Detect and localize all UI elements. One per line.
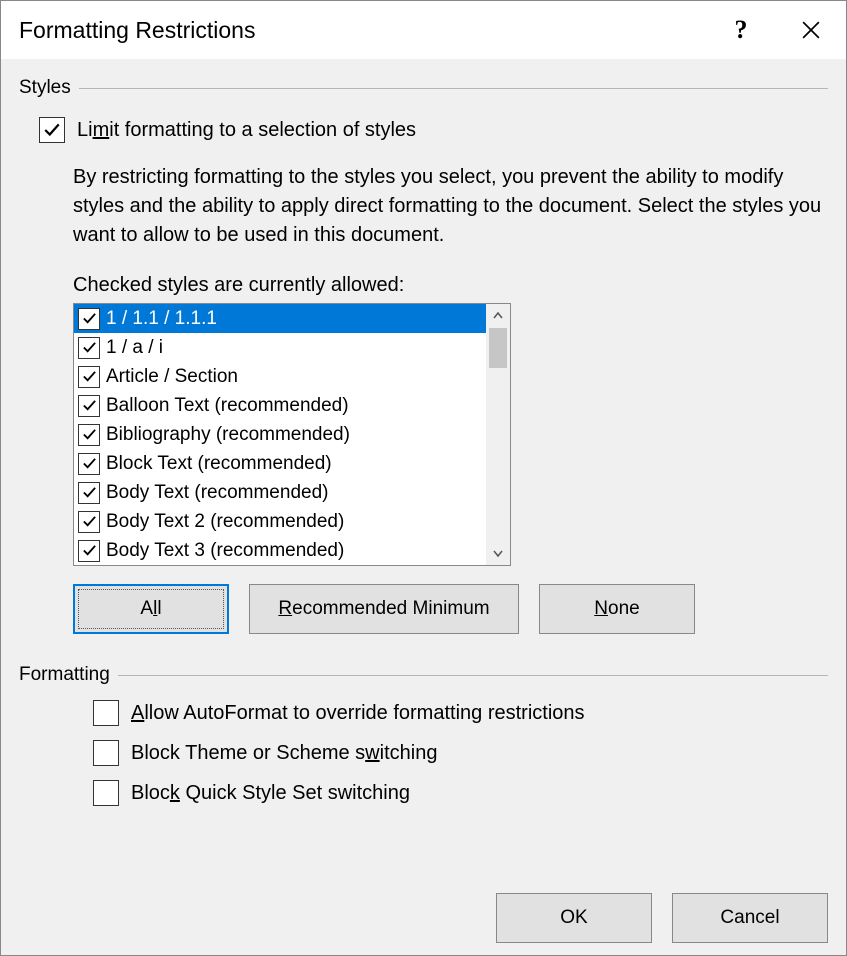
style-list-item[interactable]: Article / Section <box>74 362 486 391</box>
divider <box>118 675 828 676</box>
style-item-checkbox[interactable] <box>78 395 100 417</box>
style-item-checkbox[interactable] <box>78 308 100 330</box>
style-item-checkbox[interactable] <box>78 540 100 562</box>
style-item-checkbox[interactable] <box>78 453 100 475</box>
block-theme-label: Block Theme or Scheme switching <box>131 742 437 765</box>
style-item-checkbox[interactable] <box>78 366 100 388</box>
style-item-label: Article / Section <box>106 366 238 388</box>
scroll-down-icon[interactable] <box>486 541 510 565</box>
style-list-item[interactable]: Balloon Text (recommended) <box>74 391 486 420</box>
checkmark-icon <box>82 543 97 558</box>
block-quick-checkbox[interactable] <box>93 780 119 806</box>
checked-styles-label: Checked styles are currently allowed: <box>73 274 828 297</box>
style-list-item[interactable]: Bibliography (recommended) <box>74 420 486 449</box>
block-quick-label: Block Quick Style Set switching <box>131 782 410 805</box>
dialog-body: Styles Limit formatting to a selection o… <box>1 59 846 955</box>
style-item-label: 1 / 1.1 / 1.1.1 <box>106 308 217 330</box>
formatting-group-header: Formatting <box>19 664 828 686</box>
titlebar: Formatting Restrictions ? <box>1 1 846 59</box>
styles-list-inner: 1 / 1.1 / 1.1.1 1 / a / i Article / Sectio… <box>74 304 486 565</box>
scrollbar[interactable] <box>486 304 510 565</box>
close-icon <box>802 21 820 39</box>
scrollbar-track[interactable] <box>486 328 510 541</box>
checkmark-icon <box>82 514 97 529</box>
block-quick-checkbox-row[interactable]: Block Quick Style Set switching <box>93 780 828 806</box>
style-item-checkbox[interactable] <box>78 511 100 533</box>
allow-autoformat-label: Allow AutoFormat to override formatting … <box>131 702 585 725</box>
checkmark-icon <box>82 427 97 442</box>
style-item-label: 1 / a / i <box>106 337 163 359</box>
style-item-checkbox[interactable] <box>78 424 100 446</box>
style-item-checkbox[interactable] <box>78 482 100 504</box>
scrollbar-thumb[interactable] <box>489 328 507 368</box>
limit-formatting-checkbox-row[interactable]: Limit formatting to a selection of style… <box>39 117 828 143</box>
recommended-minimum-button[interactable]: Recommended Minimum <box>249 584 519 634</box>
limit-formatting-label: Limit formatting to a selection of style… <box>77 119 416 142</box>
divider <box>79 88 828 89</box>
style-list-item[interactable]: 1 / 1.1 / 1.1.1 <box>74 304 486 333</box>
block-theme-checkbox-row[interactable]: Block Theme or Scheme switching <box>93 740 828 766</box>
style-list-item[interactable]: Body Text (recommended) <box>74 478 486 507</box>
style-item-label: Bibliography (recommended) <box>106 424 350 446</box>
close-button[interactable] <box>776 1 846 59</box>
formatting-restrictions-dialog: Formatting Restrictions ? Styles Limit f… <box>0 0 847 956</box>
style-list-item[interactable]: Block Text (recommended) <box>74 449 486 478</box>
style-item-label: Body Text 3 (recommended) <box>106 540 344 562</box>
checkmark-icon <box>82 485 97 500</box>
style-item-label: Body Text 2 (recommended) <box>106 511 344 533</box>
style-item-label: Block Text (recommended) <box>106 453 332 475</box>
style-item-label: Body Text (recommended) <box>106 482 328 504</box>
styles-listbox[interactable]: 1 / 1.1 / 1.1.1 1 / a / i Article / Sectio… <box>73 303 511 566</box>
allow-autoformat-checkbox[interactable] <box>93 700 119 726</box>
checkmark-icon <box>82 340 97 355</box>
style-item-label: Balloon Text (recommended) <box>106 395 349 417</box>
checkmark-icon <box>82 456 97 471</box>
scroll-up-icon[interactable] <box>486 304 510 328</box>
dialog-title: Formatting Restrictions <box>19 17 706 44</box>
select-all-button[interactable]: All <box>73 584 229 634</box>
checkmark-icon <box>82 311 97 326</box>
styles-group-label: Styles <box>19 77 71 99</box>
ok-button[interactable]: OK <box>496 893 652 943</box>
styles-group-header: Styles <box>19 77 828 99</box>
help-button[interactable]: ? <box>706 1 776 59</box>
style-list-item[interactable]: 1 / a / i <box>74 333 486 362</box>
allow-autoformat-checkbox-row[interactable]: Allow AutoFormat to override formatting … <box>93 700 828 726</box>
limit-formatting-checkbox[interactable] <box>39 117 65 143</box>
dialog-footer: OK Cancel <box>19 873 828 943</box>
style-item-checkbox[interactable] <box>78 337 100 359</box>
checkmark-icon <box>82 369 97 384</box>
checkmark-icon <box>82 398 97 413</box>
select-none-button[interactable]: None <box>539 584 695 634</box>
styles-description: By restricting formatting to the styles … <box>73 163 828 250</box>
checkmark-icon <box>43 121 61 139</box>
formatting-group-label: Formatting <box>19 664 110 686</box>
cancel-button[interactable]: Cancel <box>672 893 828 943</box>
style-list-item[interactable]: Body Text 2 (recommended) <box>74 507 486 536</box>
block-theme-checkbox[interactable] <box>93 740 119 766</box>
style-list-item[interactable]: Body Text 3 (recommended) <box>74 536 486 565</box>
selection-buttons-row: All Recommended Minimum None <box>73 584 828 634</box>
